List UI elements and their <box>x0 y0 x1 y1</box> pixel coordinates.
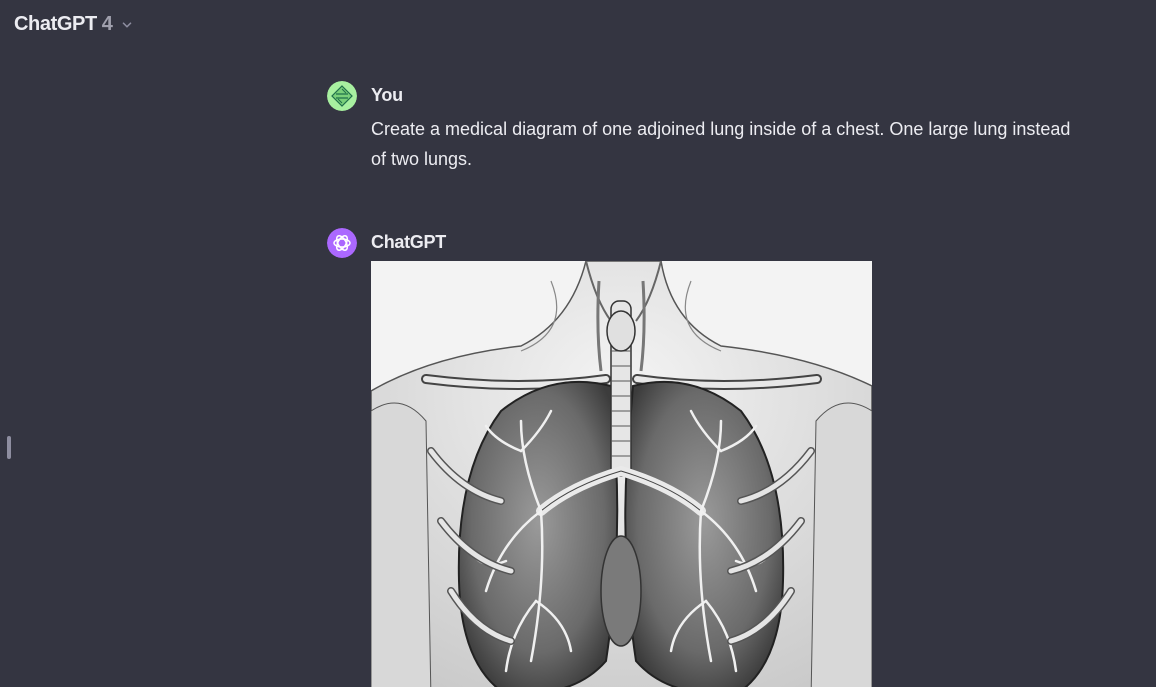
sidebar-toggle-handle[interactable] <box>7 436 11 459</box>
message-author: You <box>371 85 403 105</box>
chat-page: ChatGPT 4 You Create a medical diagram o… <box>0 0 1156 687</box>
model-version: 4 <box>101 13 113 35</box>
chevron-down-icon <box>122 21 132 28</box>
user-avatar-icon <box>327 81 357 111</box>
model-selector[interactable]: ChatGPT 4 <box>14 13 134 36</box>
generated-image[interactable] <box>371 261 872 687</box>
openai-logo-icon <box>327 228 357 258</box>
message-text: Create a medical diagram of one adjoined… <box>371 119 1071 169</box>
model-name: ChatGPT <box>14 13 97 35</box>
message-author: ChatGPT <box>371 232 446 252</box>
